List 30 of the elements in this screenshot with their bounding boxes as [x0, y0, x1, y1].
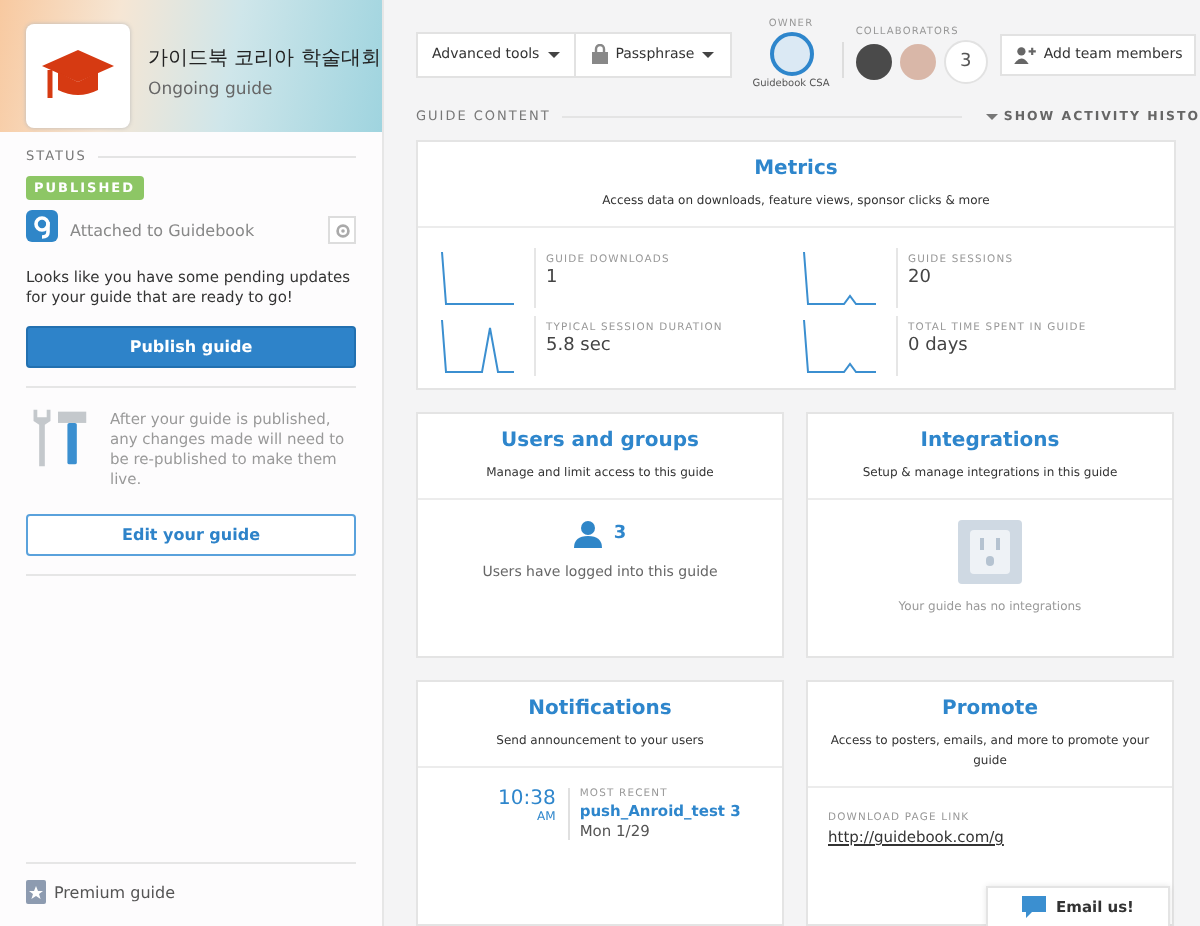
- lock-icon: [591, 44, 608, 64]
- stat-value: 0 days: [908, 336, 970, 356]
- card-title[interactable]: Users and groups: [501, 430, 699, 452]
- settings-button[interactable]: [328, 216, 356, 244]
- person-icon: [573, 520, 602, 548]
- user-count: 3: [613, 524, 627, 544]
- collaborator-avatar[interactable]: [855, 43, 892, 79]
- chat-bubble-icon: [1022, 896, 1046, 918]
- stat-value: 1: [546, 268, 560, 288]
- caret-icon: [702, 51, 715, 57]
- owner-avatar[interactable]: [769, 32, 814, 76]
- guide-title: 가이드북 코리아 학술대회: [148, 46, 381, 72]
- notification-time: 10:38: [498, 788, 556, 810]
- guide-status-text: Ongoing guide: [148, 80, 275, 100]
- gear-icon: [333, 221, 351, 239]
- edit-guide-button[interactable]: Edit your guide: [26, 514, 356, 556]
- publish-guide-button[interactable]: Publish guide: [26, 326, 356, 368]
- card-title[interactable]: Metrics: [754, 158, 838, 180]
- card-title[interactable]: Integrations: [920, 430, 1060, 452]
- stat-value: 5.8 sec: [546, 336, 613, 356]
- power-outlet-icon: [958, 520, 1022, 584]
- graduation-cap-logo: [26, 24, 130, 128]
- card-title[interactable]: Notifications: [528, 698, 672, 720]
- attached-label: Attached to Guidebook: [70, 221, 257, 239]
- collaborator-count[interactable]: 3: [943, 39, 988, 83]
- premium-guide-label: Premium guide: [54, 884, 176, 902]
- stat-value: 20: [908, 268, 933, 288]
- caret-icon: [547, 51, 560, 57]
- add-person-icon: [1013, 45, 1036, 63]
- card-title[interactable]: Promote: [942, 698, 1038, 720]
